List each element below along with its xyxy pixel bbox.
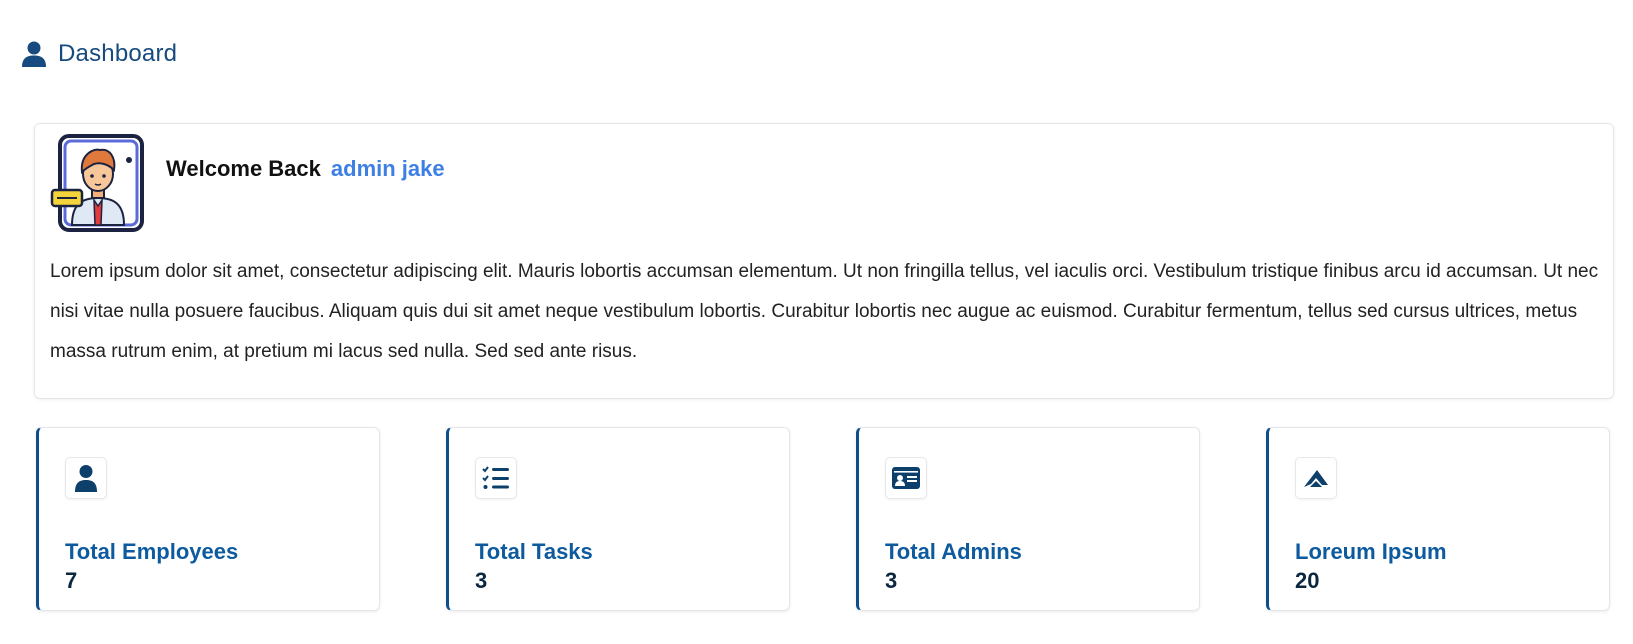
logo-icon bbox=[1295, 457, 1337, 499]
task-list-icon bbox=[475, 457, 517, 499]
user-icon bbox=[22, 41, 46, 67]
welcome-card: Welcome Back admin jake Lorem ipsum dolo… bbox=[34, 123, 1614, 399]
stat-label: Total Employees bbox=[65, 539, 239, 564]
welcome-greeting: Welcome Back bbox=[166, 156, 321, 181]
page-title: Dashboard bbox=[58, 40, 178, 67]
stat-value: 3 bbox=[885, 568, 898, 593]
page-header: Dashboard bbox=[22, 40, 177, 68]
stat-card-tasks[interactable]: Total Tasks 3 bbox=[446, 427, 790, 611]
user-icon bbox=[65, 457, 107, 499]
welcome-text: Lorem ipsum dolor sit amet, consectetur … bbox=[50, 261, 1599, 362]
stat-label: Total Tasks bbox=[475, 539, 593, 564]
welcome-heading: Welcome Back admin jake bbox=[166, 156, 445, 182]
avatar bbox=[50, 134, 146, 234]
stat-label: Loreum Ipsum bbox=[1295, 539, 1447, 564]
stat-value: 7 bbox=[65, 568, 78, 593]
stat-value: 3 bbox=[475, 568, 488, 593]
stat-label: Total Admins bbox=[885, 539, 1022, 564]
user-name: admin jake bbox=[330, 156, 445, 181]
stat-card-admins[interactable]: Total Admins 3 bbox=[856, 427, 1200, 611]
id-card-icon bbox=[885, 457, 927, 499]
stat-card-loreum[interactable]: Loreum Ipsum 20 bbox=[1266, 427, 1610, 611]
stat-value: 20 bbox=[1295, 568, 1320, 593]
stat-card-employees[interactable]: Total Employees 7 bbox=[36, 427, 380, 611]
